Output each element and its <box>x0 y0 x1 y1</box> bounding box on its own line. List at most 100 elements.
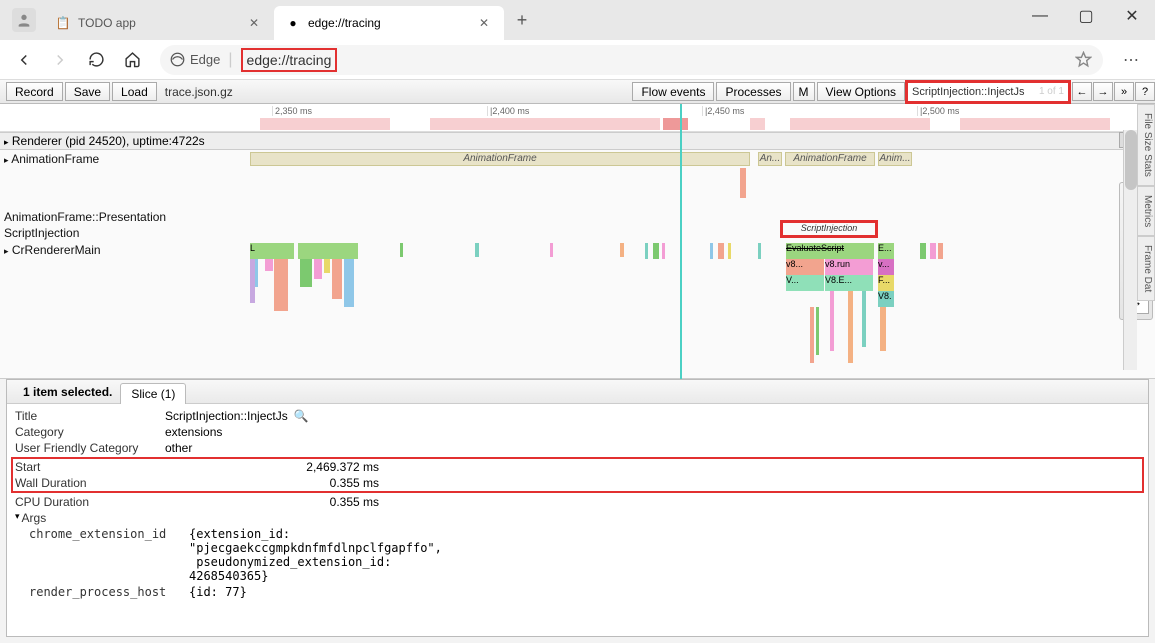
ruler-tick: 2,350 ms <box>272 106 312 116</box>
processes-button[interactable]: Processes <box>716 82 790 101</box>
track-animation-frame[interactable]: AnimationFrame <box>250 152 750 166</box>
detail-row-wall: Wall Duration 0.355 ms <box>15 475 1140 491</box>
track-block[interactable] <box>938 243 943 259</box>
track-block[interactable] <box>718 243 724 259</box>
track-block[interactable]: F... <box>878 275 894 291</box>
track-block[interactable] <box>758 243 761 259</box>
tab-tracing[interactable]: ● edge://tracing ✕ <box>274 6 504 40</box>
back-button[interactable] <box>8 44 40 76</box>
track-block[interactable]: V... <box>786 275 824 291</box>
row-renderer-main[interactable]: ▸ CrRendererMain <box>4 243 101 257</box>
track-script-injection[interactable]: ScriptInjection <box>784 223 874 235</box>
row-animation-frame[interactable]: ▸ AnimationFrame <box>4 152 99 166</box>
track-block[interactable] <box>620 243 624 257</box>
save-button[interactable]: Save <box>65 82 110 101</box>
track-block[interactable]: v8... <box>786 259 824 275</box>
search-prev-button[interactable]: ← <box>1072 82 1092 101</box>
track-block[interactable] <box>930 243 936 259</box>
menu-button[interactable]: ⋯ <box>1115 44 1147 76</box>
track-block[interactable]: v8.run <box>825 259 873 275</box>
side-tab-framedata[interactable]: Frame Dat <box>1137 236 1155 301</box>
track-block[interactable] <box>332 259 342 299</box>
favorite-icon[interactable] <box>1075 51 1093 69</box>
search-next-button[interactable]: → <box>1093 82 1113 101</box>
refresh-button[interactable] <box>80 44 112 76</box>
selection-info: 1 item selected. <box>15 381 120 403</box>
help-button[interactable]: ? <box>1135 82 1155 101</box>
side-tab-filesize[interactable]: File Size Stats <box>1137 104 1155 186</box>
track-block[interactable]: V8. <box>878 291 894 307</box>
track-block[interactable] <box>300 259 312 287</box>
record-button[interactable]: Record <box>6 82 63 101</box>
m-button[interactable]: M <box>793 82 815 101</box>
window-controls: ― ▢ ✕ <box>1017 0 1155 32</box>
track-block[interactable] <box>550 243 553 257</box>
ruler-tick: |2,450 ms <box>702 106 744 116</box>
flow-events-button[interactable]: Flow events <box>632 82 714 101</box>
detail-row-args[interactable]: ▾Args <box>15 510 1140 526</box>
minimize-button[interactable]: ― <box>1017 0 1063 32</box>
track-block[interactable] <box>250 259 255 303</box>
close-button[interactable]: ✕ <box>1109 0 1155 32</box>
track-block[interactable] <box>344 259 354 307</box>
track-block[interactable] <box>710 243 713 259</box>
search-icon[interactable]: 🔍 <box>294 409 309 423</box>
timeline-tracks[interactable]: AnimationFrame An... AnimationFrame Anim… <box>250 152 1125 378</box>
track-block[interactable] <box>662 243 665 259</box>
search-more-button[interactable]: » <box>1114 82 1134 101</box>
tracing-toolbar: Record Save Load trace.json.gz Flow even… <box>0 80 1155 104</box>
track-block[interactable] <box>475 243 479 257</box>
highlight-start-wall: Start 2,469.372 ms Wall Duration 0.355 m… <box>11 457 1144 493</box>
track-block[interactable]: v... <box>878 259 894 275</box>
track-evaluate-script[interactable]: EvaluateScript <box>786 243 874 259</box>
track-block[interactable] <box>265 259 273 271</box>
detail-row-start: Start 2,469.372 ms <box>15 459 1140 475</box>
side-tab-metrics[interactable]: Metrics <box>1137 186 1155 236</box>
load-button[interactable]: Load <box>112 82 157 101</box>
track-block[interactable] <box>816 307 819 355</box>
search-input[interactable]: ScriptInjection::InjectJs 1 of 1 <box>905 80 1071 104</box>
track-block[interactable] <box>314 259 322 279</box>
track-block[interactable] <box>848 291 853 363</box>
track-block[interactable] <box>400 243 403 257</box>
tab-todo-app[interactable]: 📋 TODO app ✕ <box>44 6 274 40</box>
track-block[interactable] <box>653 243 659 259</box>
maximize-button[interactable]: ▢ <box>1063 0 1109 32</box>
track-block[interactable] <box>728 243 731 259</box>
scrollbar-thumb[interactable] <box>1125 130 1137 190</box>
track-animation-frame[interactable]: AnimationFrame <box>785 152 875 166</box>
timeline-cursor <box>680 104 682 424</box>
track-block[interactable] <box>920 243 926 259</box>
track-block[interactable] <box>740 168 746 198</box>
minimap[interactable] <box>0 117 1155 131</box>
track-block[interactable] <box>880 307 886 351</box>
section-header[interactable]: ▸ Renderer (pid 24520), uptime:4722s <box>0 132 1155 150</box>
tab-close-icon[interactable]: ✕ <box>246 15 262 31</box>
home-button[interactable] <box>116 44 148 76</box>
vertical-scrollbar[interactable] <box>1123 130 1137 370</box>
profile-icon[interactable] <box>12 8 36 32</box>
ruler-tick: |2,500 ms <box>917 106 959 116</box>
browser-toolbar: Edge | edge://tracing ⋯ <box>0 40 1155 80</box>
timeline-ruler[interactable]: 2,350 ms |2,400 ms |2,450 ms |2,500 ms <box>0 104 1155 132</box>
track-block[interactable] <box>810 307 814 363</box>
track-block[interactable]: L <box>250 243 294 259</box>
track-block[interactable] <box>645 243 648 259</box>
track-animation-frame[interactable]: Anim... <box>878 152 912 166</box>
address-bar[interactable]: Edge | edge://tracing <box>160 45 1103 75</box>
search-value: ScriptInjection::InjectJs <box>912 86 1025 98</box>
tab-title: edge://tracing <box>308 16 381 30</box>
forward-button[interactable] <box>44 44 76 76</box>
track-block[interactable]: V8.E... <box>825 275 873 291</box>
details-tab-slice[interactable]: Slice (1) <box>120 383 186 404</box>
track-block[interactable] <box>830 291 834 351</box>
track-block[interactable]: E... <box>878 243 894 259</box>
track-block[interactable] <box>298 243 358 259</box>
new-tab-button[interactable]: + <box>508 6 536 34</box>
track-block[interactable] <box>274 259 288 311</box>
track-block[interactable] <box>324 259 330 273</box>
view-options-button[interactable]: View Options <box>817 82 905 101</box>
track-animation-frame[interactable]: An... <box>758 152 782 166</box>
track-block[interactable] <box>862 291 866 347</box>
tab-close-icon[interactable]: ✕ <box>476 15 492 31</box>
